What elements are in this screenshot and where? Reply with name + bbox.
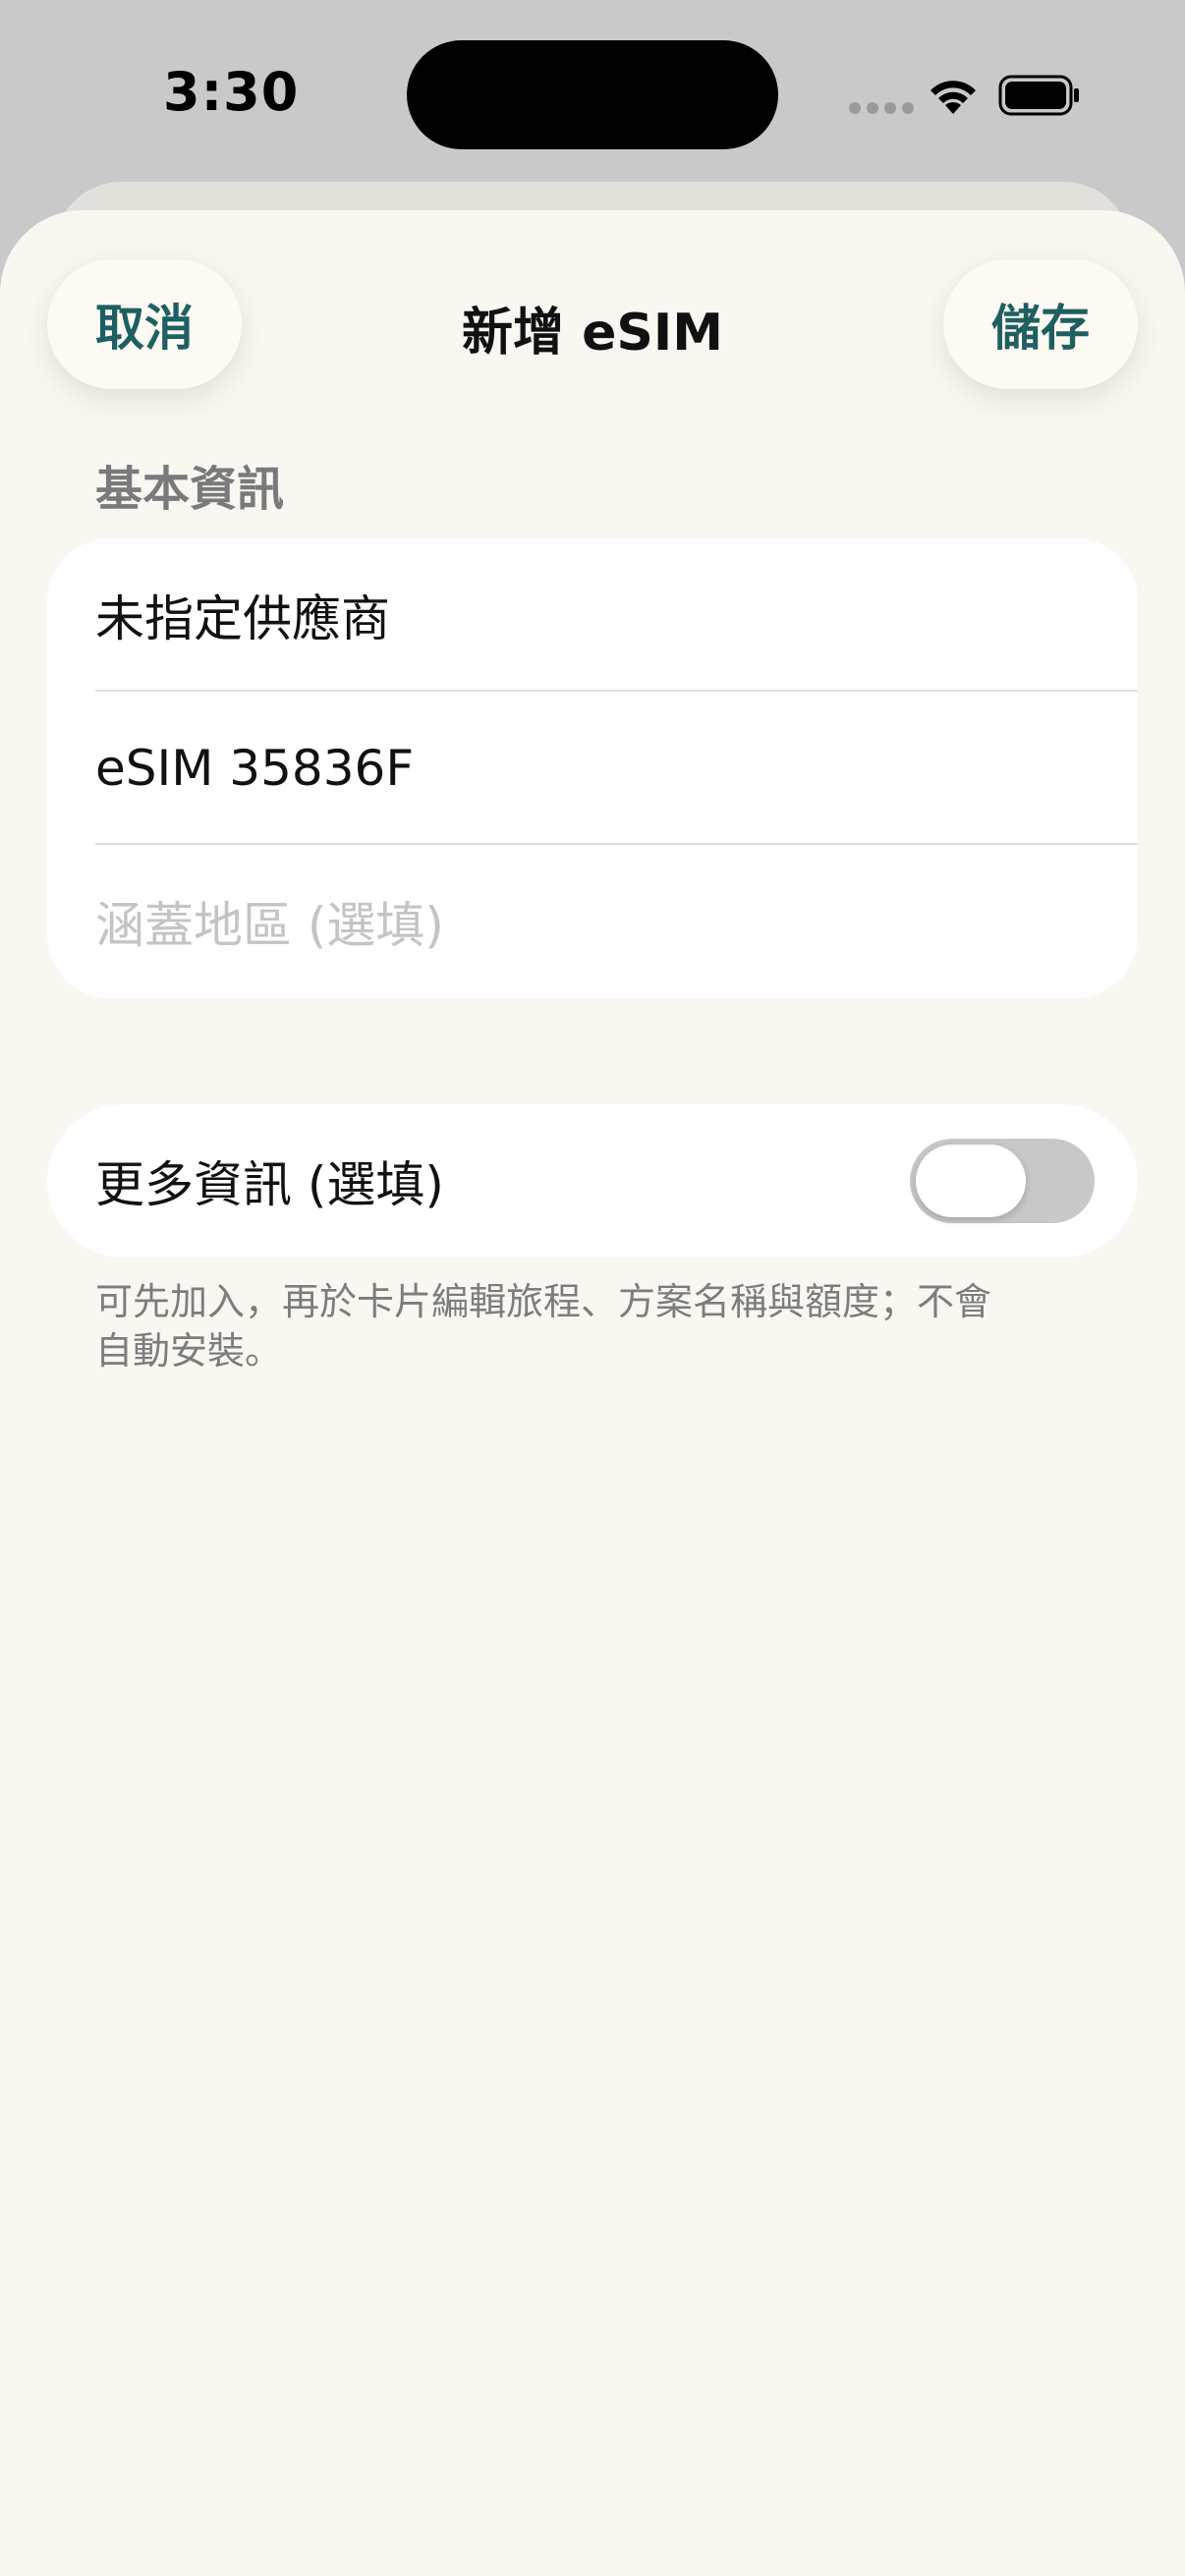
provider-field[interactable]: 未指定供應商	[95, 538, 1090, 692]
cellular-signal-icon	[849, 102, 914, 114]
provider-value: 未指定供應商	[95, 590, 390, 647]
battery-icon	[998, 75, 1079, 116]
toggle-knob	[916, 1145, 1026, 1217]
esim-name-value: eSIM 35836F	[95, 740, 415, 797]
more-info-card: 更多資訊 (選填)	[47, 1104, 1138, 1258]
more-info-label: 更多資訊 (選填)	[95, 1156, 444, 1213]
coverage-region-field[interactable]: 涵蓋地區 (選填)	[95, 845, 1090, 998]
dynamic-island	[407, 40, 778, 149]
status-time: 3:30	[163, 61, 300, 123]
more-info-footnote: 可先加入，再於卡片編輯旅程、方案名稱與額度；不會 自動安裝。	[95, 1277, 1039, 1375]
status-bar: 3:30	[0, 0, 1185, 187]
esim-name-field[interactable]: eSIM 35836F	[95, 692, 1090, 845]
more-info-toggle[interactable]	[910, 1139, 1095, 1223]
coverage-region-placeholder: 涵蓋地區 (選填)	[95, 897, 444, 954]
save-button[interactable]: 儲存	[943, 259, 1138, 389]
section-header-basic-info: 基本資訊	[95, 462, 285, 517]
footnote-line-2: 自動安裝。	[95, 1329, 283, 1372]
footnote-line-1: 可先加入，再於卡片編輯旅程、方案名稱與額度；不會	[95, 1280, 992, 1323]
wifi-icon	[931, 81, 976, 114]
basic-info-card: 未指定供應商 eSIM 35836F 涵蓋地區 (選填)	[47, 538, 1138, 998]
